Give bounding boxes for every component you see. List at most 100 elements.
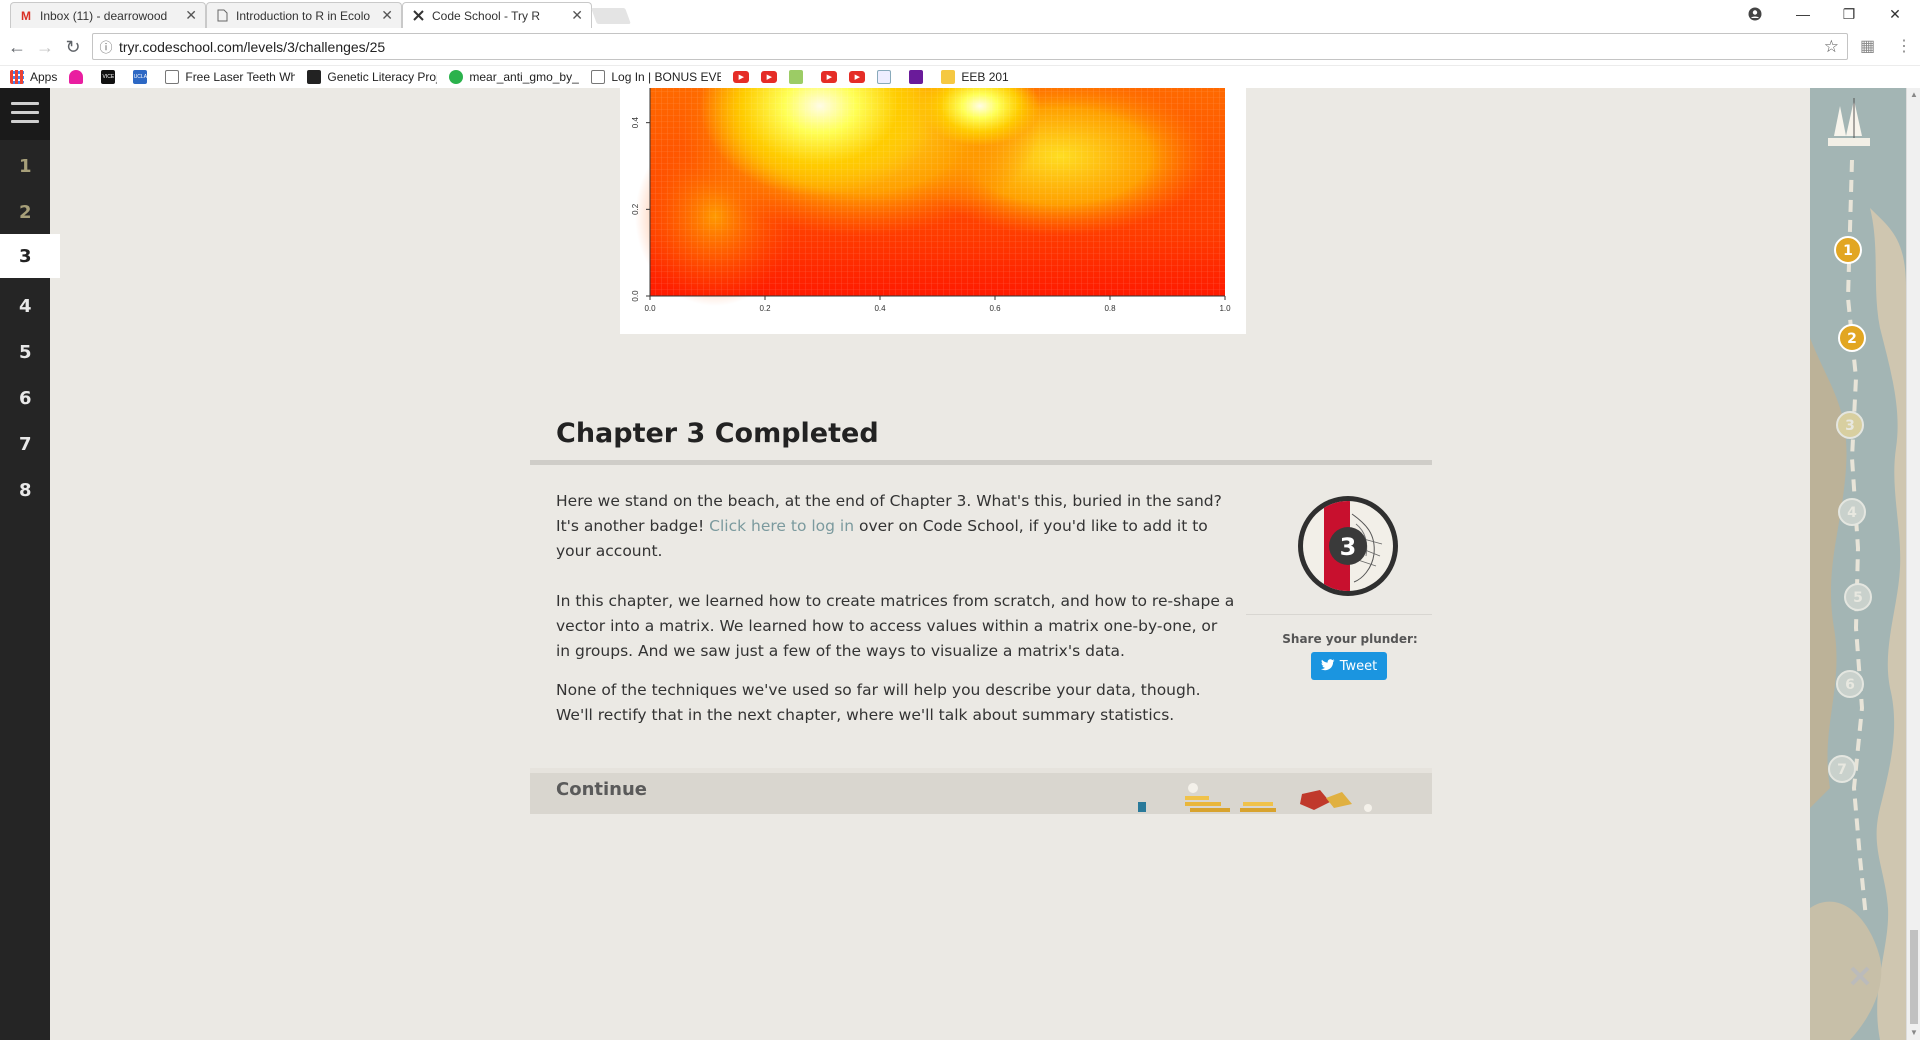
menu-button[interactable] (0, 88, 50, 140)
apps-grid-icon (10, 70, 24, 84)
bookmark-star-icon[interactable]: ☆ (1824, 37, 1839, 57)
extension-icon[interactable]: ▦ (1860, 36, 1875, 56)
leaf-icon (789, 70, 804, 84)
x-tick-label: 0.6 (989, 304, 1001, 313)
heatmap-plot-area (635, 88, 1225, 306)
level-2-link[interactable]: 2 (0, 190, 50, 234)
document-icon (215, 9, 229, 23)
tab-intro-r[interactable]: Introduction to R in Ecolo ✕ (206, 2, 402, 28)
level-4-link[interactable]: 4 (0, 284, 50, 328)
map-illustration: 1 2 3 4 5 6 7 (1810, 88, 1906, 1040)
url-text: tryr.codeschool.com/levels/3/challenges/… (119, 38, 386, 55)
map-marker-label: 7 (1837, 762, 1847, 778)
genetic-literacy-icon (307, 70, 322, 84)
browser-toolbar: ← → ↻ ⓘ tryr.codeschool.com/levels/3/cha… (0, 28, 1920, 66)
folder-icon (941, 70, 956, 84)
bookmark-genetic-literacy[interactable]: Genetic Literacy Proje (307, 70, 437, 84)
close-tab-icon[interactable]: ✕ (381, 7, 393, 24)
x-tick-label: 0.2 (759, 304, 771, 313)
tab-gmail[interactable]: M Inbox (11) - dearrowood ✕ (10, 2, 206, 28)
page-content: 1 2 3 4 5 6 7 8 0.0 0.2 0.4 0.6 0.8 1.0 … (0, 88, 1920, 1040)
heatmap-svg: 0.0 0.2 0.4 0.6 0.8 1.0 0.0 0.2 0.4 (631, 88, 1231, 313)
share-label: Share your plunder: (1282, 632, 1418, 646)
chapter-badge: 3 (1296, 494, 1400, 598)
level-5-link[interactable]: 5 (0, 330, 50, 374)
scrollbar-thumb[interactable] (1910, 930, 1918, 1024)
green-plant-icon (449, 70, 464, 84)
restore-icon[interactable]: ❐ (1826, 0, 1872, 28)
bookmark-doc-blue[interactable] (877, 70, 897, 84)
paragraph-next: None of the techniques we've used so far… (556, 681, 1201, 724)
x-tick-label: 0.0 (644, 304, 656, 313)
profile-icon[interactable] (1732, 0, 1778, 28)
document-icon (165, 70, 180, 84)
y-tick-label: 0.2 (631, 203, 640, 215)
badge-number: 3 (1340, 533, 1357, 561)
address-bar[interactable]: ⓘ tryr.codeschool.com/levels/3/challenge… (92, 33, 1848, 60)
map-marker-label: 2 (1847, 331, 1857, 347)
bookmark-laser-teeth[interactable]: Free Laser Teeth Whi (165, 70, 295, 84)
tweet-label: Tweet (1339, 658, 1378, 674)
purple-m-icon (909, 70, 924, 84)
treasure-pile-illustration (1138, 783, 1372, 812)
tab-title: Inbox (11) - dearrowood (40, 8, 168, 23)
badge-divider (1246, 614, 1432, 615)
reload-icon[interactable]: ↻ (62, 36, 84, 58)
progress-map: 1 2 3 4 5 6 7 (1810, 88, 1906, 1040)
pink-figure-icon (69, 70, 84, 84)
chapter-divider (530, 460, 1432, 465)
level-sidebar: 1 2 3 4 5 6 7 8 (0, 88, 60, 1040)
page-scrollbar[interactable]: ▲ ▼ (1906, 88, 1920, 1040)
youtube-icon[interactable]: ▶ (849, 71, 866, 83)
forward-icon[interactable]: → (34, 36, 56, 58)
tab-codeschool[interactable]: Code School - Try R ✕ (402, 2, 592, 28)
bookmark-bonus-event[interactable]: Log In | BONUS EVEN (591, 70, 721, 84)
map-marker-label: 1 (1843, 243, 1853, 259)
level-1-link[interactable]: 1 (0, 144, 50, 188)
vice-icon: VICE (101, 70, 116, 84)
youtube-icon[interactable]: ▶ (733, 71, 750, 83)
info-icon[interactable]: ⓘ (93, 37, 119, 56)
bookmark-leaf[interactable] (789, 70, 809, 84)
bookmark-ucla[interactable]: UCLA (133, 70, 153, 84)
tweet-button[interactable]: Tweet (1311, 652, 1387, 680)
bookmark-purple[interactable] (909, 70, 929, 84)
chapter-title: Chapter 3 Completed (556, 418, 879, 449)
y-tick-label: 0.0 (631, 290, 640, 302)
close-window-icon[interactable]: ✕ (1872, 0, 1918, 28)
minimize-icon[interactable]: — (1780, 0, 1826, 28)
twitter-bird-icon (1320, 658, 1335, 674)
level-6-link[interactable]: 6 (0, 376, 50, 420)
back-icon[interactable]: ← (6, 36, 28, 58)
map-marker-label: 4 (1847, 505, 1857, 521)
map-marker-label: 6 (1845, 677, 1855, 693)
bookmark-pink[interactable] (69, 70, 89, 84)
map-marker-label: 3 (1845, 418, 1855, 434)
login-link[interactable]: Click here to log in (709, 517, 854, 535)
bookmark-eeb201[interactable]: EEB 201 (941, 70, 1009, 84)
bookmark-apps[interactable]: Apps (10, 70, 57, 84)
gmail-icon: M (21, 8, 31, 23)
level-7-link[interactable]: 7 (0, 422, 50, 466)
x-tick-label: 0.8 (1104, 304, 1116, 313)
bookmark-mear[interactable]: mear_anti_gmo_by_c (449, 70, 579, 84)
scroll-down-arrow-icon[interactable]: ▼ (1907, 1026, 1920, 1040)
x-tick-label: 1.0 (1219, 304, 1231, 313)
youtube-icon[interactable]: ▶ (821, 71, 838, 83)
new-tab-button[interactable] (591, 8, 631, 24)
tab-title: Code School - Try R (432, 8, 541, 23)
tab-strip: M Inbox (11) - dearrowood ✕ Introduction… (0, 0, 1920, 28)
scroll-up-arrow-icon[interactable]: ▲ (1907, 88, 1920, 102)
bookmark-vice[interactable]: VICE (101, 70, 121, 84)
close-tab-icon[interactable]: ✕ (571, 7, 583, 24)
close-tab-icon[interactable]: ✕ (185, 7, 197, 24)
main-content: 0.0 0.2 0.4 0.6 0.8 1.0 0.0 0.2 0.4 Chapter 3 C… (50, 88, 1810, 1040)
ucla-icon: UCLA (133, 70, 148, 84)
continue-button[interactable]: Continue (530, 768, 1432, 814)
hamburger-icon (11, 102, 39, 124)
level-8-link[interactable]: 8 (0, 468, 50, 512)
menu-icon[interactable]: ⋮ (1896, 36, 1912, 56)
badge-graphic: 3 (1298, 496, 1398, 596)
document-icon (591, 70, 606, 84)
youtube-icon[interactable]: ▶ (761, 71, 778, 83)
